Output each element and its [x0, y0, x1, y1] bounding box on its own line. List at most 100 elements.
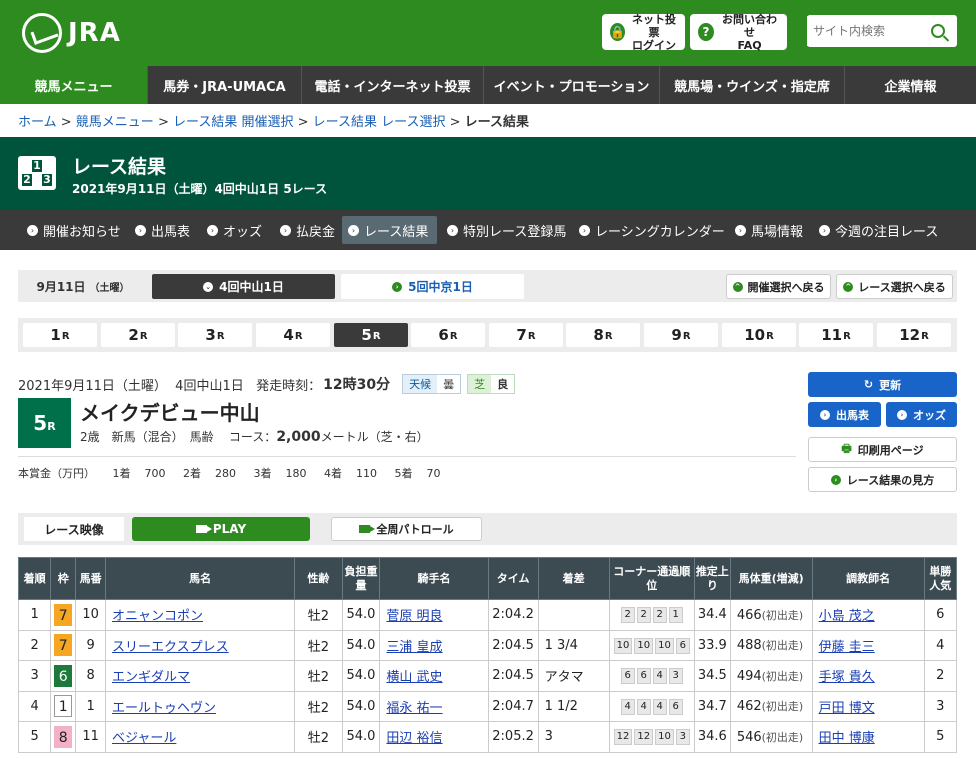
cell-corners: 6643 [608, 660, 695, 692]
th-time[interactable]: タイム [487, 557, 539, 600]
trainer-link[interactable]: 戸田 博文 [819, 701, 875, 716]
back-venue-button[interactable]: ^ 開催選択へ戻る [726, 274, 831, 299]
venue-tab-label: 4回中山1日 [219, 280, 284, 294]
th-corners[interactable]: コーナー通過順位 [608, 557, 695, 600]
cell-umaban: 1 [75, 690, 106, 722]
race-number: 5 [361, 326, 372, 344]
horse-link[interactable]: エンギダルマ [112, 670, 190, 685]
venue-tab-chukyo[interactable]: › 5回中京1日 [341, 274, 524, 299]
th-sexage[interactable]: 性齢 [294, 557, 343, 600]
th-trainer[interactable]: 調教師名 [811, 557, 925, 600]
th-jockey[interactable]: 騎手名 [379, 557, 489, 600]
jockey-link[interactable]: 田辺 裕信 [386, 731, 442, 746]
race-button-10[interactable]: 10 R [722, 323, 796, 347]
race-button-5[interactable]: 5R [334, 323, 408, 347]
trainer-link[interactable]: 田中 博康 [819, 731, 875, 746]
horse-link[interactable]: エールトゥヘヴン [112, 701, 216, 716]
cell-waku: 8 [50, 721, 77, 753]
gnav-racecourse[interactable]: 競馬場・ウインズ・指定席 [660, 66, 845, 104]
th-weight[interactable]: 負担重量 [341, 557, 381, 600]
weather-box: 天候曇 [402, 374, 462, 394]
horse-link[interactable]: スリーエクスプレス [112, 640, 229, 655]
chevron-down-icon: ⌄ [203, 281, 214, 292]
trainer-link[interactable]: 伊藤 圭三 [819, 640, 875, 655]
th-horse[interactable]: 馬名 [104, 557, 296, 600]
race-number: 3 [205, 326, 216, 344]
gnav-vote[interactable]: 電話・インターネット投票 [302, 66, 484, 104]
chevron-right-icon: › [820, 409, 830, 420]
jockey-link[interactable]: 菅原 明良 [386, 609, 442, 624]
horse-link[interactable]: オニャンコポン [112, 609, 203, 624]
entries-button[interactable]: › 出馬表 [808, 402, 881, 427]
cell-pop: 3 [923, 690, 958, 722]
th-body[interactable]: 馬体重(増減) [729, 557, 813, 600]
race-button-8[interactable]: 8R [566, 323, 640, 347]
cell-margin: 1 3/4 [537, 629, 610, 661]
cell-corners: 12 12 10 3 [608, 721, 695, 753]
venue-tab-nakayama[interactable]: ⌄ 4回中山1日 [152, 274, 335, 299]
race-button-12[interactable]: 12 R [877, 323, 951, 347]
search-input[interactable] [807, 16, 925, 46]
subnav-label: オッズ [223, 224, 263, 240]
play-button[interactable]: PLAY [132, 517, 310, 541]
chevron-right-icon: › [830, 474, 841, 485]
search-icon[interactable] [931, 24, 945, 38]
corner-pos: 4 [636, 698, 651, 715]
subnav-feature[interactable]: › 今週の注目レース [813, 216, 944, 244]
jockey-link[interactable]: 横山 武史 [386, 670, 442, 685]
th-rank[interactable]: 着順 [17, 557, 52, 600]
subnav-track[interactable]: › 馬場情報 [729, 216, 809, 244]
subnav-entries[interactable]: › 出馬表 [129, 216, 196, 244]
breadcrumb-race-select[interactable]: レース結果 レース選択 [313, 115, 446, 130]
race-button-2[interactable]: 2R [101, 323, 175, 347]
faq-button[interactable]: ? お問い合わせ FAQ [690, 13, 787, 52]
th-pop[interactable]: 単勝人気 [923, 557, 958, 600]
patrol-button[interactable]: 全周パトロール [331, 517, 482, 541]
cell-weight: 54.0 [341, 690, 381, 722]
refresh-button[interactable]: ↻ 更新 [808, 372, 957, 397]
race-button-7[interactable]: 7R [489, 323, 563, 347]
back-race-button[interactable]: ^ レース選択へ戻る [836, 274, 953, 299]
subnav-calendar[interactable]: › レーシングカレンダー [573, 216, 731, 244]
cell-waku: 1 [50, 690, 77, 722]
race-button-4[interactable]: 4R [256, 323, 330, 347]
subnav-payout[interactable]: › 払戻金 [274, 216, 341, 244]
breadcrumb-venue-select[interactable]: レース結果 開催選択 [173, 115, 293, 130]
race-button-1[interactable]: 1R [23, 323, 97, 347]
print-button[interactable]: 🖶 印刷用ページ [808, 437, 957, 462]
horse-link[interactable]: ベジャール [112, 731, 176, 746]
race-button-6[interactable]: 6R [411, 323, 485, 347]
th-margin[interactable]: 着差 [537, 557, 610, 600]
breadcrumb-home[interactable]: ホーム [18, 115, 57, 130]
subnav-result[interactable]: › レース結果 [342, 216, 437, 244]
subnav-odds[interactable]: › オッズ [201, 216, 268, 244]
cell-last3f: 34.7 [693, 690, 731, 722]
race-button-3[interactable]: 3R [178, 323, 252, 347]
th-umaban[interactable]: 馬番 [75, 557, 106, 600]
odds-button[interactable]: › オッズ [886, 402, 957, 427]
race-button-9[interactable]: 9R [644, 323, 718, 347]
trainer-link[interactable]: 手塚 貴久 [819, 670, 875, 685]
gnav-baken[interactable]: 馬券・JRA-UMACA [148, 66, 302, 104]
gnav-event[interactable]: イベント・プロモーション [484, 66, 660, 104]
lock-icon: 🔒 [610, 23, 626, 41]
trainer-link[interactable]: 小島 茂之 [819, 609, 875, 624]
video-camera-icon [195, 525, 212, 533]
th-last3f[interactable]: 推定上り [693, 557, 731, 600]
subnav-notice[interactable]: › 開催お知らせ [21, 216, 127, 244]
jockey-link[interactable]: 三浦 皇成 [386, 640, 442, 655]
login-button[interactable]: 🔒 ネット投票 ログイン [602, 13, 685, 52]
race-number: 8 [593, 326, 604, 344]
race-button-11[interactable]: 11 R [799, 323, 873, 347]
howto-button[interactable]: › レース結果の見方 [808, 467, 957, 492]
jra-logo[interactable]: JRA [22, 13, 121, 53]
breadcrumb-keiba-menu[interactable]: 競馬メニュー [76, 115, 154, 130]
th-waku[interactable]: 枠 [50, 557, 77, 600]
race-conditions: 2歳 新馬（混合） 馬齢 コース：2,000メートル（芝・右） [80, 428, 429, 445]
cell-trainer: 戸田 博文 [811, 690, 925, 722]
subnav-special[interactable]: › 特別レース登録馬 [441, 216, 572, 244]
gnav-corporate[interactable]: 企業情報 [845, 66, 976, 104]
jockey-link[interactable]: 福永 祐一 [386, 701, 442, 716]
gnav-keiba-menu[interactable]: 競馬メニュー [0, 66, 148, 104]
cell-margin: アタマ [537, 660, 610, 692]
